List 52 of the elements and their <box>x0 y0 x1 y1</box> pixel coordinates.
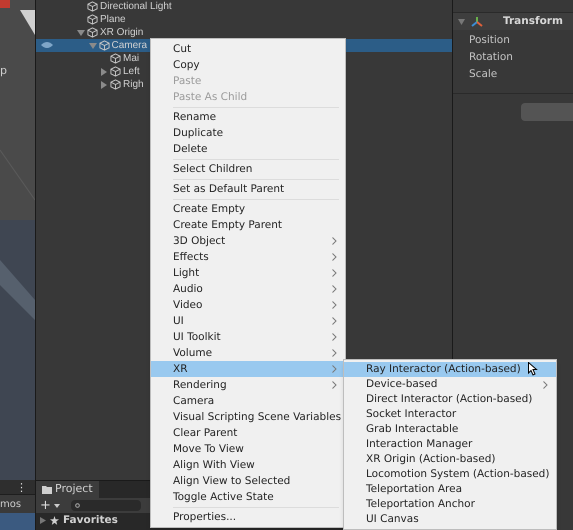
menu-item-label: Teleportation Anchor <box>366 499 475 510</box>
menu-item-label: Grab Interactable <box>366 424 458 435</box>
menu-item-label: Direct Interactor (Action-based) <box>366 394 532 405</box>
hierarchy-item-label: Camera <box>112 40 148 50</box>
menu-item-label: Locomotion System (Action-based) <box>366 469 550 480</box>
hierarchy-item-label: Righ <box>123 80 144 90</box>
menu-item-label: Move To View <box>173 444 244 454</box>
menu-item-label: Paste <box>173 76 202 86</box>
menu-item-label: Rename <box>173 112 216 122</box>
menu-item-label: Duplicate <box>173 128 224 138</box>
menu-item-label: Interaction Manager <box>366 439 472 450</box>
property-label: Scale <box>469 67 498 82</box>
menu-item-label: Copy <box>173 60 200 70</box>
menu-item-label: 3D Object <box>173 236 226 246</box>
hierarchy-item-label: Left <box>123 66 140 76</box>
component-title: Transform <box>503 14 563 29</box>
menu-item-label: Select Children <box>173 164 252 174</box>
menu-item-label: Effects <box>173 252 209 262</box>
menu-item-label: Align View to Selected <box>173 476 290 486</box>
menu-item-label: Socket Interactor <box>366 409 456 420</box>
menu-item-label: UI Canvas <box>366 514 419 525</box>
menu-item-label: Device-based <box>366 379 438 390</box>
menu-item-label: Rendering <box>173 380 227 390</box>
menu-item-label: XR <box>173 364 188 374</box>
menu-item-label: Volume <box>173 348 212 358</box>
property-label: Rotation <box>469 50 514 65</box>
menu-item-label: Teleportation Area <box>366 484 462 495</box>
hierarchy-item-label: XR Origin <box>100 28 144 38</box>
menu-item-label: Paste As Child <box>173 92 248 102</box>
menu-item-label: UI Toolkit <box>173 332 221 342</box>
menu-item-label: Set as Default Parent <box>173 184 284 194</box>
menu-item-label: Properties... <box>173 512 236 522</box>
hierarchy-item-label: Directional Light <box>100 2 172 12</box>
menu-item-label: Toggle Active State <box>173 492 274 502</box>
menu-item-label: Light <box>173 268 200 278</box>
property-label: Position <box>469 33 511 48</box>
menu-item-label: Create Empty Parent <box>173 220 282 230</box>
scene-label: p <box>0 63 7 79</box>
hierarchy-item-label: Plane <box>100 14 126 24</box>
menu-item-label: Visual Scripting Scene Variables <box>173 412 342 422</box>
menu-item-label: Clear Parent <box>173 428 238 438</box>
menu-item-label: Ray Interactor (Action-based) <box>366 364 521 375</box>
menu-item-label: XR Origin (Action-based) <box>366 454 496 465</box>
menu-item-label: Camera <box>173 396 214 406</box>
hierarchy-item-label: Mai <box>123 54 140 64</box>
menu-item-label: UI <box>173 316 184 326</box>
menu-item-label: Video <box>173 300 202 310</box>
menu-item-label: Create Empty <box>173 204 246 214</box>
menu-item-label: Cut <box>173 44 192 54</box>
menu-item-label: Delete <box>173 144 208 154</box>
menu-item-label: Audio <box>173 284 203 294</box>
menu-item-label: Align With View <box>173 460 255 470</box>
